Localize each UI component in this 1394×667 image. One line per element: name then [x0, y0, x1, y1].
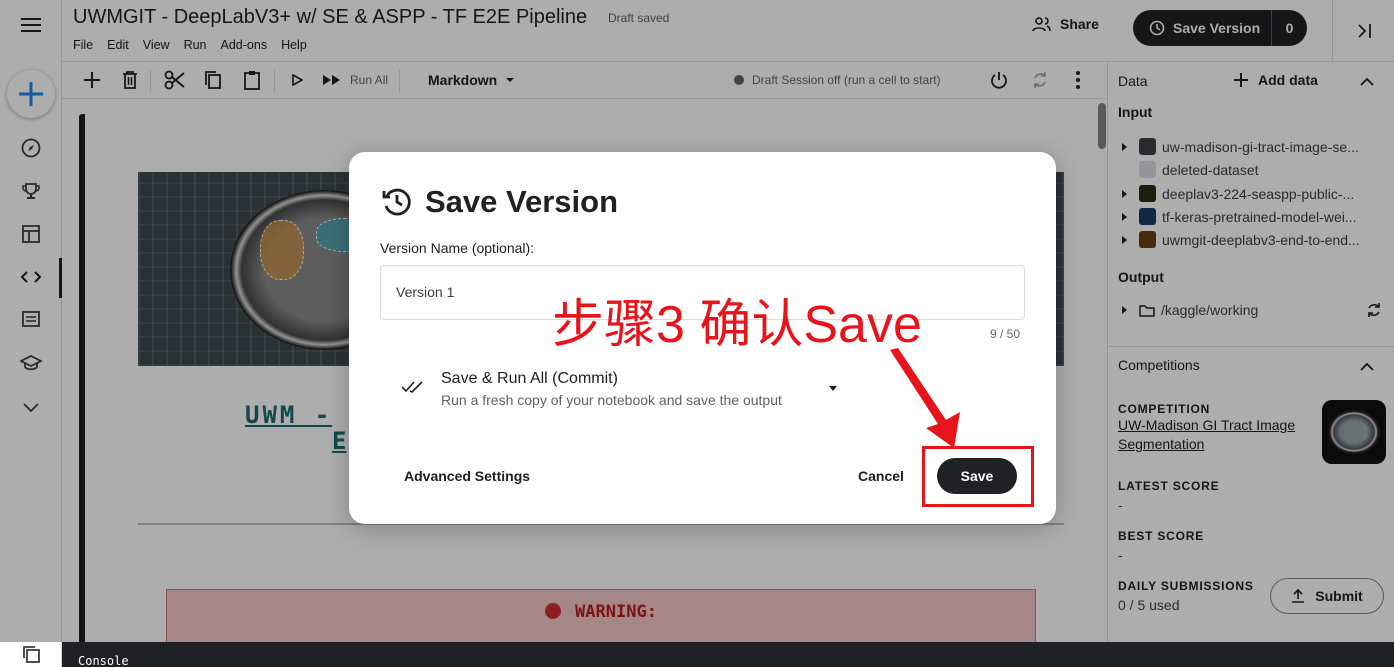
version-name-label: Version Name (optional): — [380, 240, 535, 256]
dialog-title-text: Save Version — [425, 184, 619, 219]
caret-down-icon[interactable] — [829, 386, 837, 391]
save-option-description: Run a fresh copy of your notebook and sa… — [441, 392, 782, 408]
annotation-text: 步骤3 确认Save — [552, 296, 922, 354]
dialog-title: Save Version — [381, 184, 618, 220]
save-option-title: Save & Run All (Commit) — [441, 370, 618, 387]
done-all-icon — [401, 381, 423, 393]
console-bar[interactable]: Console — [62, 642, 1394, 667]
copy-windows-icon[interactable] — [0, 639, 62, 667]
character-count: 9 / 50 — [989, 327, 1020, 341]
console-label: Console — [78, 654, 129, 667]
history-icon — [382, 188, 411, 216]
cancel-button[interactable]: Cancel — [858, 468, 904, 484]
advanced-settings-button[interactable]: Advanced Settings — [404, 468, 530, 484]
annotation-arrow-icon — [890, 348, 960, 448]
annotation-highlight-box — [922, 446, 1034, 507]
